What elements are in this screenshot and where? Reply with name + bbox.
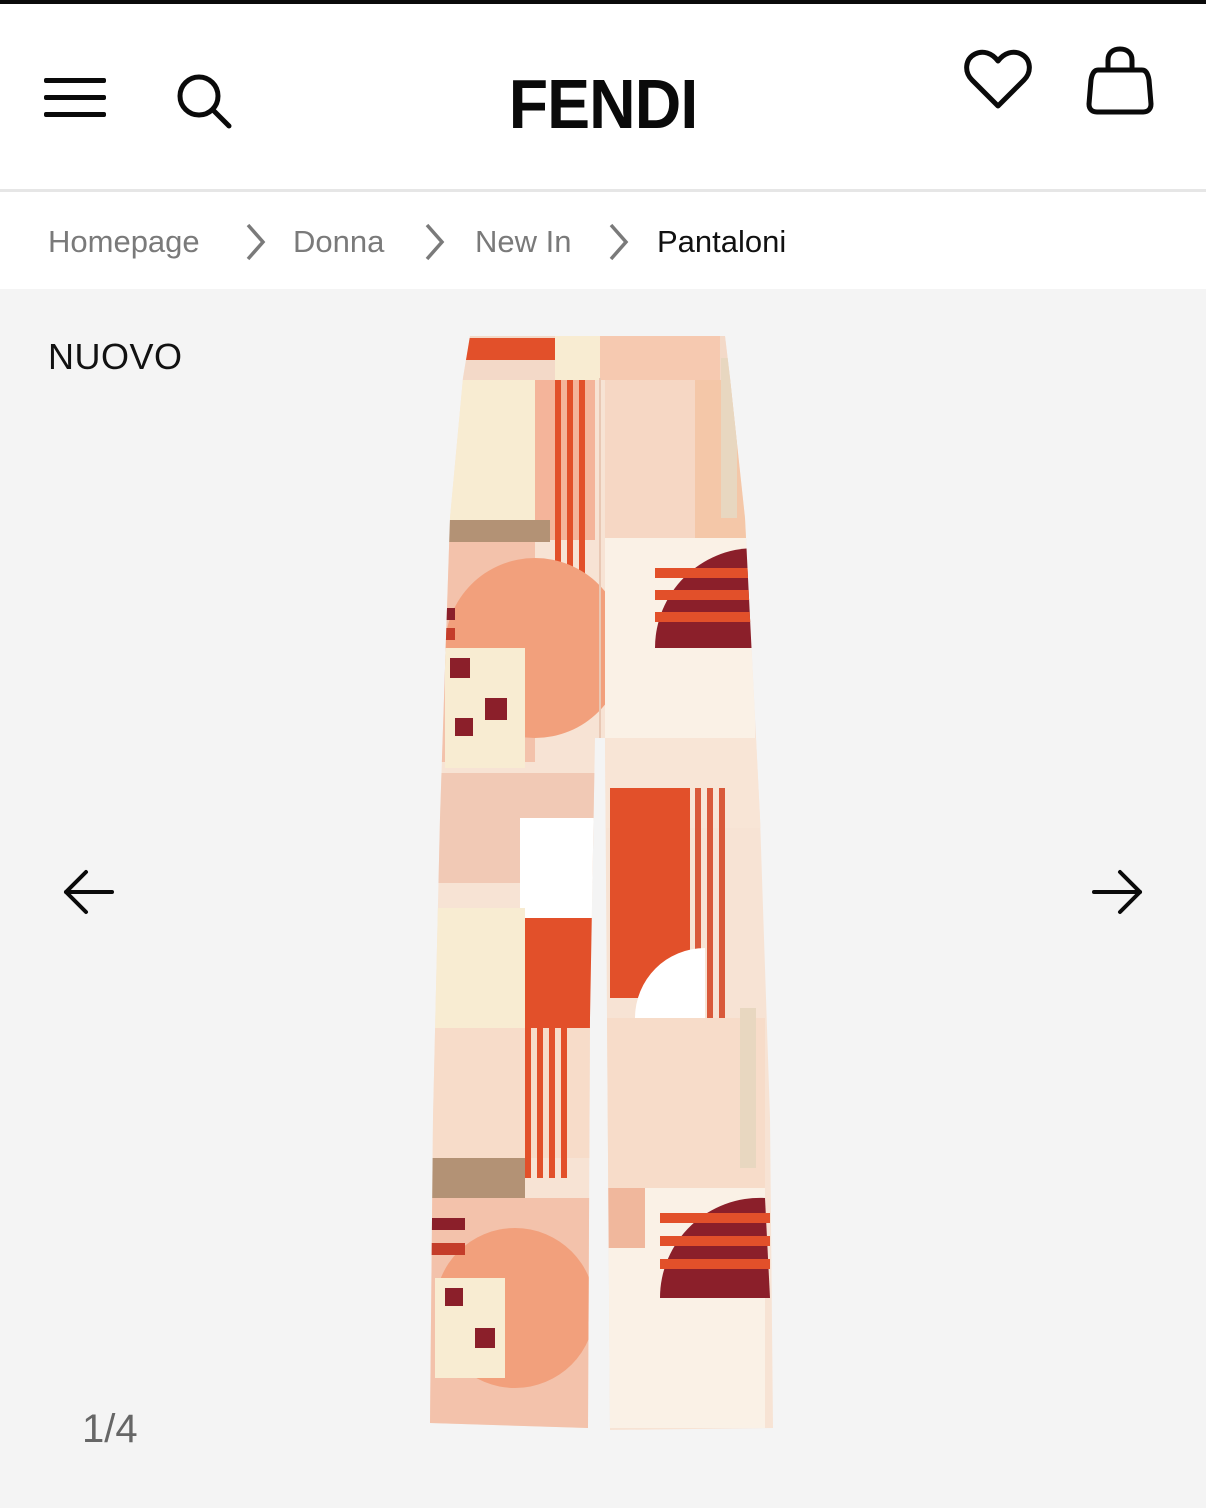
breadcrumb-item-new-in[interactable]: New In [475,222,571,262]
shopping-bag-icon[interactable] [1086,44,1154,116]
new-badge: NUOVO [48,336,183,377]
breadcrumb-item-pantaloni: Pantaloni [657,224,787,259]
breadcrumb-item-donna[interactable]: Donna [293,222,384,262]
image-counter: 1/4 [82,1407,138,1451]
chevron-right-icon [606,222,630,267]
arrow-right-icon[interactable] [1090,868,1144,921]
product-image[interactable] [425,318,775,1441]
arrow-left-icon[interactable] [62,868,116,921]
chevron-right-icon [243,222,267,267]
site-header: FENDI [0,4,1206,189]
heart-icon[interactable] [963,48,1033,112]
chevron-right-icon [422,222,446,267]
breadcrumb-item-homepage[interactable]: Homepage [48,222,200,262]
